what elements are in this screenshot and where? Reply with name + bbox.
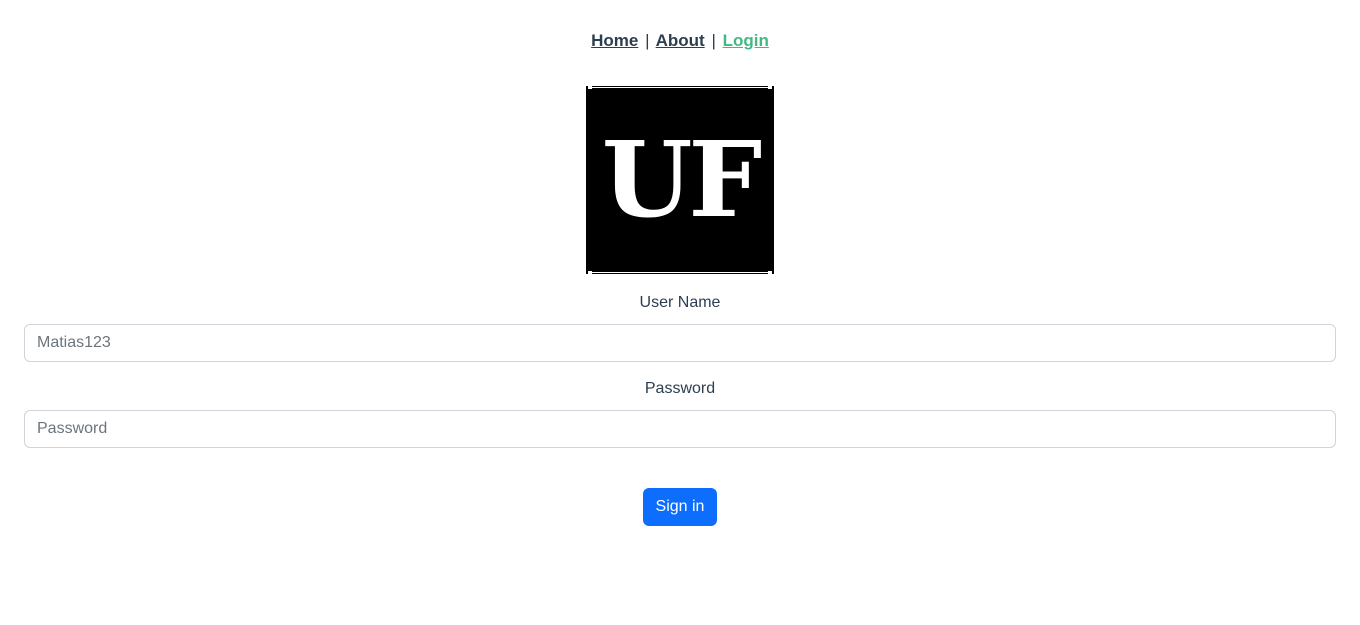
nav-home-link[interactable]: Home (591, 31, 638, 50)
password-label: Password (644, 380, 716, 397)
top-nav: Home | About | Login (0, 31, 1360, 51)
uf-logo: UF (586, 84, 774, 276)
password-input[interactable] (24, 410, 1336, 448)
username-input[interactable] (24, 324, 1336, 362)
nav-separator: | (711, 31, 716, 50)
sign-in-button[interactable]: Sign in (643, 488, 717, 526)
nav-about-link[interactable]: About (656, 31, 705, 50)
nav-login-link[interactable]: Login (723, 31, 769, 50)
username-label: User Name (639, 294, 721, 311)
nav-separator: | (645, 31, 650, 50)
logo-text: UF (601, 118, 763, 241)
